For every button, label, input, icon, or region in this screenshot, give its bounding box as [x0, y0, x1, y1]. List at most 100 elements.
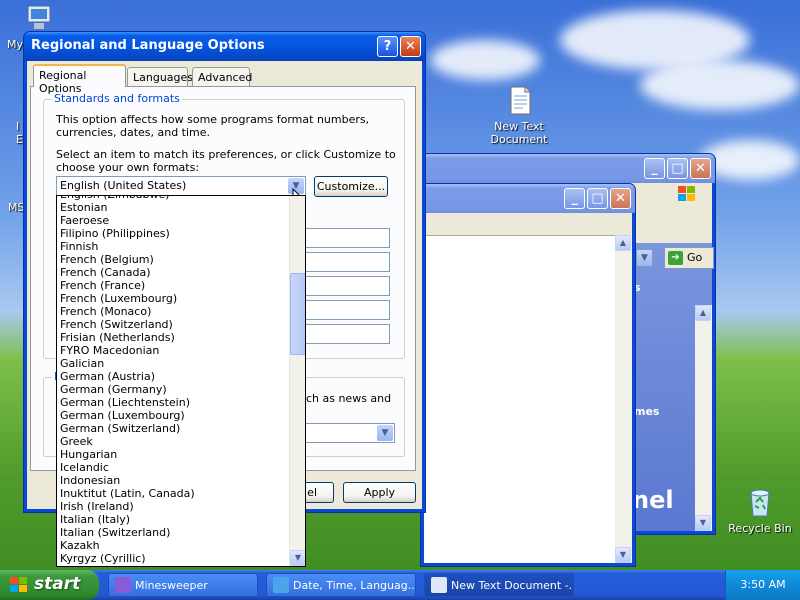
dropdown-item[interactable]: French (Luxembourg): [57, 292, 305, 305]
dropdown-item[interactable]: Irish (Ireland): [57, 500, 305, 513]
tab-label: Regional Options: [39, 69, 87, 95]
dropdown-item[interactable]: German (Switzerland): [57, 422, 305, 435]
tab-label: Advanced: [198, 71, 253, 84]
close-button[interactable]: ✕: [610, 188, 631, 209]
clock[interactable]: 3:50 AM: [740, 578, 785, 591]
task-pane-banner-fragment: nel: [632, 486, 674, 514]
task-label: New Text Document -...: [451, 579, 574, 592]
dropdown-item[interactable]: Italian (Switzerland): [57, 526, 305, 539]
taskbar-item-new-text-document[interactable]: New Text Document -...: [424, 573, 574, 597]
dropdown-item[interactable]: French (Monaco): [57, 305, 305, 318]
desktop-label-fragment: E: [16, 133, 23, 146]
tab-advanced[interactable]: Advanced: [192, 67, 253, 87]
dropdown-item[interactable]: Kyrgyz (Cyrillic): [57, 552, 305, 565]
customize-button[interactable]: Customize...: [314, 176, 388, 197]
dropdown-item[interactable]: French (Belgium): [57, 253, 305, 266]
location-description-fragment: uch as news and: [299, 392, 392, 405]
scroll-up-button[interactable]: ▲: [615, 235, 631, 251]
tab-regional-options[interactable]: Regional Options: [33, 64, 126, 95]
close-button[interactable]: ✕: [690, 158, 711, 179]
dropdown-item[interactable]: Italian (Italy): [57, 513, 305, 526]
cloud: [430, 40, 540, 80]
taskbar-item-date-time-language[interactable]: Date, Time, Languag...: [266, 573, 416, 597]
dialog-titlebar[interactable]: Regional and Language Options ? ✕: [24, 32, 425, 61]
control-panel-icon: [273, 577, 289, 593]
help-button[interactable]: ?: [377, 36, 398, 57]
apply-button[interactable]: Apply: [343, 482, 416, 503]
dropdown-item[interactable]: Hungarian: [57, 448, 305, 461]
system-tray: 3:50 AM: [725, 570, 800, 600]
taskbar: start Minesweeper Date, Time, Languag...…: [0, 570, 800, 600]
dropdown-item[interactable]: Frisian (Netherlands): [57, 331, 305, 344]
desktop-icon-label: Recycle Bin: [728, 522, 792, 535]
dropdown-item[interactable]: Finnish: [57, 240, 305, 253]
notepad-window-client: ▲ ▼: [424, 213, 632, 563]
dropdown-item[interactable]: French (Canada): [57, 266, 305, 279]
desktop-icon-new-text-document[interactable]: New Text Document: [481, 84, 557, 146]
desktop-label-fragment: My: [7, 38, 24, 51]
text-document-icon: [503, 84, 535, 116]
dropdown-item[interactable]: Estonian: [57, 201, 305, 214]
start-label: start: [34, 574, 81, 594]
minimize-button[interactable]: _: [564, 188, 585, 209]
my-computer-icon[interactable]: [24, 4, 54, 32]
dropdown-item[interactable]: Greek: [57, 435, 305, 448]
chevron-down-icon[interactable]: ▼: [377, 425, 393, 441]
notepad-window[interactable]: _ □ ✕ ▲ ▼: [420, 183, 636, 567]
dropdown-item[interactable]: French (France): [57, 279, 305, 292]
selected-locale: English (United States): [60, 179, 187, 192]
close-button[interactable]: ✕: [400, 36, 421, 57]
tab-languages[interactable]: Languages: [127, 67, 193, 87]
tab-label: Languages: [133, 71, 194, 84]
address-dropdown-arrow[interactable]: ▼: [636, 249, 653, 267]
notepad-text-area[interactable]: [424, 235, 632, 563]
desktop-icon-recycle-bin[interactable]: Recycle Bin: [722, 486, 798, 535]
desktop-label-fragment: MS: [8, 201, 25, 214]
taskbar-item-minesweeper[interactable]: Minesweeper: [108, 573, 258, 597]
dropdown-item[interactable]: Faeroese: [57, 214, 305, 227]
dropdown-item[interactable]: Inuktitut (Latin, Canada): [57, 487, 305, 500]
desktop-label-fragment: I: [16, 120, 20, 133]
dropdown-item[interactable]: French (Switzerland): [57, 318, 305, 331]
dropdown-item[interactable]: Galician: [57, 357, 305, 370]
dropdown-item[interactable]: Indonesian: [57, 474, 305, 487]
dropdown-item[interactable]: German (Liechtenstein): [57, 396, 305, 409]
task-pane-heading-fragment: mes: [634, 405, 660, 418]
go-label: Go: [687, 251, 703, 264]
windows-logo-icon: [672, 183, 702, 205]
go-arrow-icon: ➔: [668, 251, 683, 265]
dropdown-item[interactable]: German (Germany): [57, 383, 305, 396]
scroll-down-button[interactable]: ▼: [290, 550, 305, 566]
locale-combo[interactable]: English (United States) ▼: [56, 176, 306, 196]
dialog-title: Regional and Language Options: [31, 38, 265, 53]
select-item-instruction: Select an item to match its preferences,…: [56, 148, 396, 174]
notepad-scrollbar[interactable]: ▲ ▼: [615, 235, 632, 563]
background-window-titlebar[interactable]: _ □ ✕: [421, 154, 715, 183]
scroll-down-button[interactable]: ▼: [615, 547, 631, 563]
dropdown-item[interactable]: FYRO Macedonian: [57, 344, 305, 357]
dropdown-item[interactable]: Filipino (Philippines): [57, 227, 305, 240]
maximize-button[interactable]: □: [587, 188, 608, 209]
go-button[interactable]: ➔ Go: [664, 247, 714, 269]
notepad-window-titlebar[interactable]: _ □ ✕: [421, 184, 635, 213]
locale-dropdown-list[interactable]: English (Zimbabwe)EstonianFaeroeseFilipi…: [56, 195, 306, 567]
dropdown-scrollbar[interactable]: ▲ ▼: [289, 196, 305, 566]
minimize-button[interactable]: _: [644, 158, 665, 179]
dropdown-item[interactable]: German (Austria): [57, 370, 305, 383]
dropdown-item[interactable]: German (Luxembourg): [57, 409, 305, 422]
maximize-button[interactable]: □: [667, 158, 688, 179]
windows-logo-icon: [10, 577, 27, 592]
recycle-bin-icon: [744, 486, 776, 518]
task-label: Date, Time, Languag...: [293, 579, 416, 592]
dropdown-item[interactable]: Kazakh: [57, 539, 305, 552]
scroll-down-button[interactable]: ▼: [695, 515, 711, 531]
dropdown-item[interactable]: Icelandic: [57, 461, 305, 474]
scroll-up-button[interactable]: ▲: [695, 305, 711, 321]
notepad-icon: [431, 577, 447, 593]
desktop-icon-label: New Text Document: [490, 120, 548, 146]
background-window-scrollbar[interactable]: ▲ ▼: [695, 305, 712, 531]
start-button[interactable]: start: [0, 570, 99, 600]
cloud: [640, 60, 800, 110]
dropdown-items: English (Zimbabwe)EstonianFaeroeseFilipi…: [57, 196, 305, 565]
scrollbar-thumb[interactable]: [290, 273, 305, 355]
